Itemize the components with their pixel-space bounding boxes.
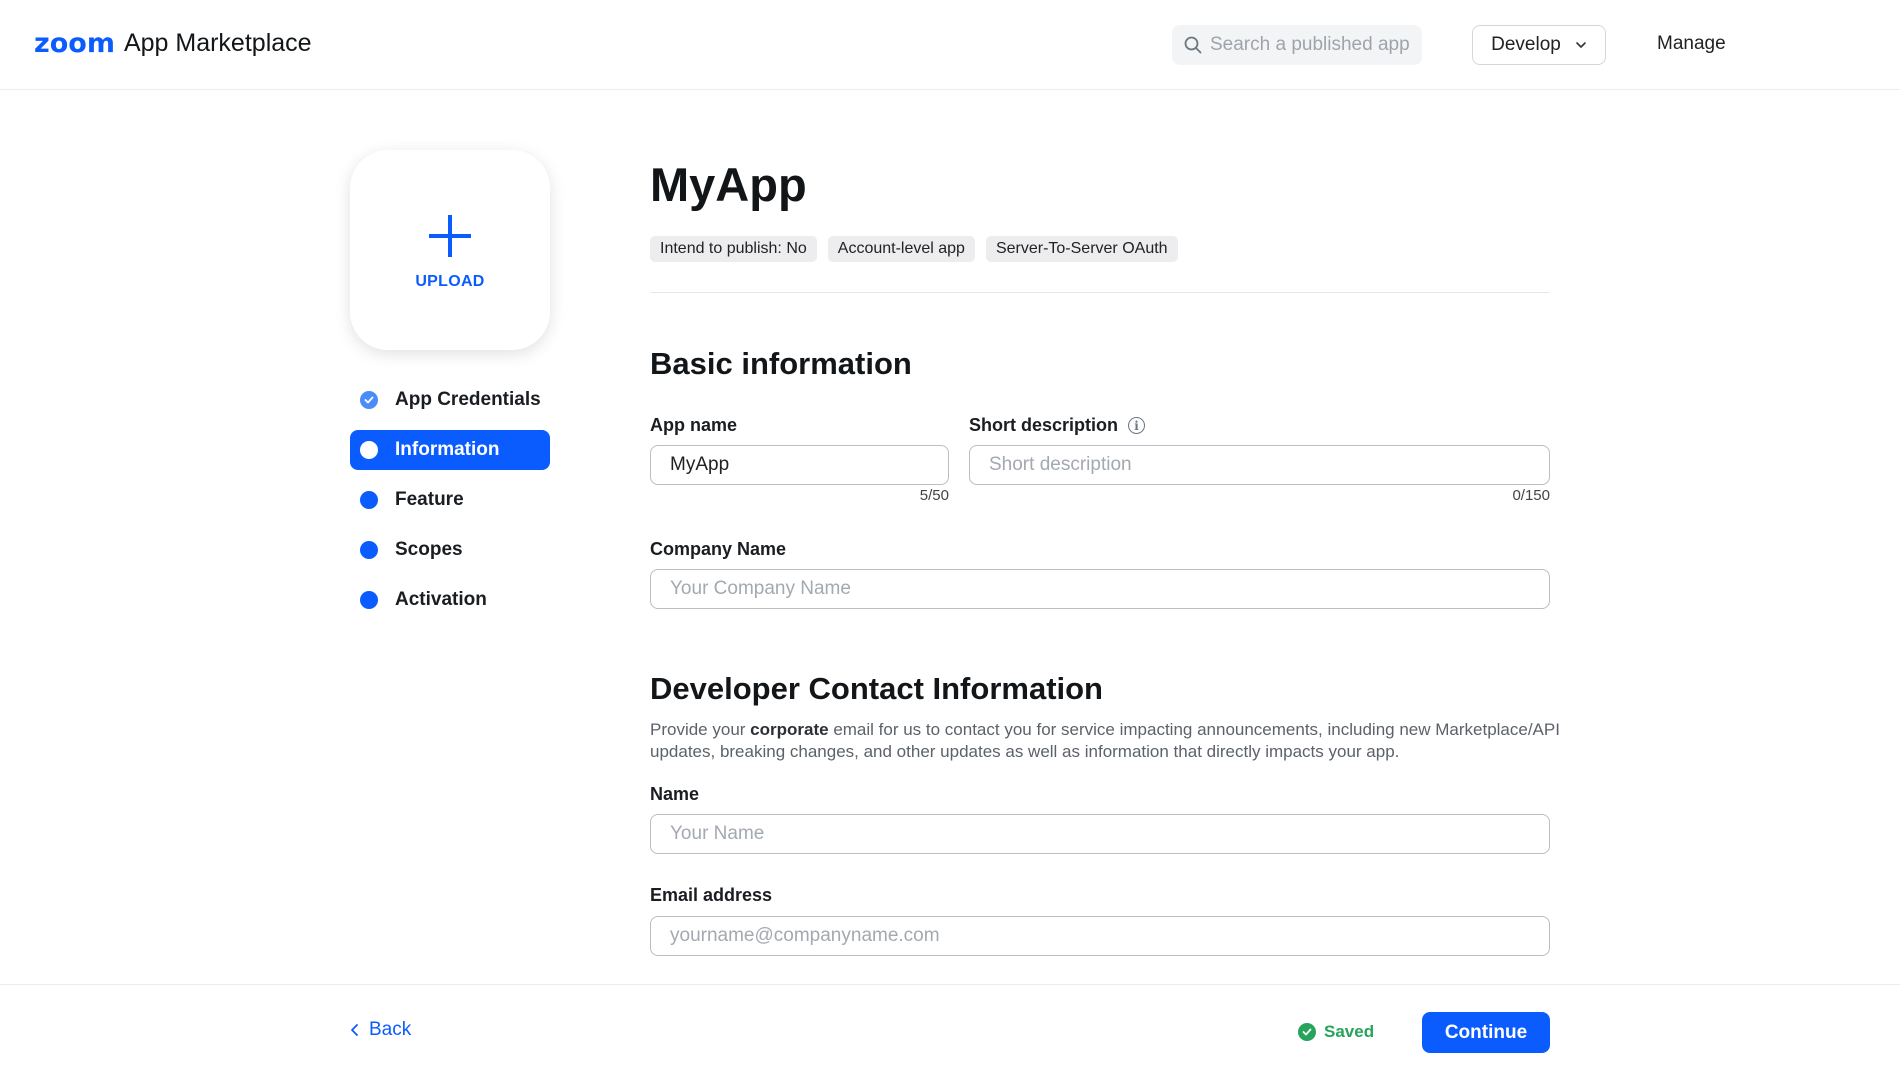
back-button[interactable]: Back (350, 1019, 411, 1041)
desc-prefix: Provide your (650, 720, 751, 739)
contact-name-label-text: Name (650, 784, 700, 804)
email-address-label-text: Email address (650, 885, 773, 905)
step-dot-icon (360, 591, 378, 609)
short-description-label-text: Short description (969, 415, 1119, 435)
sidebar-item-label: Feature (395, 489, 464, 510)
app-tags: Intend to publish: No Account-level app … (650, 236, 1178, 262)
top-header: zoom App Marketplace Develop Manage (0, 0, 1900, 90)
company-name-label: Company Name (650, 539, 786, 560)
chevron-left-icon (351, 1024, 358, 1036)
short-description-label: Short description i (969, 415, 1146, 436)
plus-icon (429, 215, 471, 257)
upload-logo-button[interactable]: UPLOAD (350, 150, 550, 350)
tag-oauth-type: Server-To-Server OAuth (985, 236, 1178, 262)
email-address-input[interactable] (650, 916, 1550, 956)
email-address-label: Email address (650, 885, 772, 906)
divider (650, 292, 1550, 293)
developer-contact-description: Provide your corporate email for us to c… (650, 719, 1560, 763)
short-description-counter: 0/150 (1512, 487, 1550, 504)
developer-contact-heading: Developer Contact Information (650, 671, 1103, 706)
contact-name-input[interactable] (650, 814, 1550, 854)
continue-button[interactable]: Continue (1422, 1012, 1550, 1053)
short-description-input[interactable] (969, 445, 1550, 485)
sidebar-item-label: Scopes (395, 539, 463, 560)
develop-label: Develop (1491, 34, 1561, 55)
app-name-counter: 5/50 (919, 487, 949, 504)
check-circle-icon (360, 391, 378, 409)
sidebar-item-information[interactable]: Information (350, 430, 550, 470)
app-name-label-text: App name (650, 415, 738, 435)
sidebar-item-feature[interactable]: Feature (350, 480, 550, 520)
step-dot-icon (360, 541, 378, 559)
upload-label: UPLOAD (415, 273, 485, 290)
app-name-label: App name (650, 415, 737, 436)
zoom-logo: zoom (34, 28, 115, 59)
desc-bold: corporate (750, 720, 829, 739)
sidebar-item-activation[interactable]: Activation (350, 580, 550, 620)
sidebar-item-label: Information (395, 439, 500, 460)
company-name-label-text: Company Name (650, 539, 787, 559)
step-dot-icon (360, 491, 378, 509)
search-icon (1184, 36, 1202, 54)
logo-text: App Marketplace (123, 29, 312, 57)
saved-status: Saved (1298, 1022, 1374, 1042)
step-dot-icon (360, 441, 378, 459)
info-icon[interactable]: i (1128, 417, 1146, 434)
sidebar-item-app-credentials[interactable]: App Credentials (350, 380, 550, 420)
page-title: MyApp (650, 158, 807, 211)
footer-bar (0, 984, 1900, 1079)
search-input[interactable] (1210, 34, 1410, 56)
sidebar-nav: App Credentials Information Feature Scop… (350, 380, 550, 630)
tag-account-level: Account-level app (827, 236, 975, 262)
saved-label: Saved (1324, 1022, 1375, 1041)
sidebar-item-label: App Credentials (395, 389, 541, 410)
app-name-input[interactable] (650, 445, 949, 485)
sidebar-item-label: Activation (395, 589, 487, 610)
contact-name-label: Name (650, 784, 699, 805)
company-name-input[interactable] (650, 569, 1550, 609)
sidebar-item-scopes[interactable]: Scopes (350, 530, 550, 570)
basic-info-heading: Basic information (650, 346, 912, 381)
develop-dropdown[interactable]: Develop (1472, 25, 1606, 65)
manage-link[interactable]: Manage (1657, 33, 1726, 55)
tag-publish: Intend to publish: No (650, 236, 817, 262)
search-box[interactable] (1172, 25, 1422, 65)
marketplace-logo[interactable]: zoom App Marketplace (34, 28, 312, 59)
back-label: Back (369, 1019, 412, 1040)
check-circle-icon (1298, 1023, 1316, 1041)
chevron-down-icon (1576, 42, 1586, 48)
